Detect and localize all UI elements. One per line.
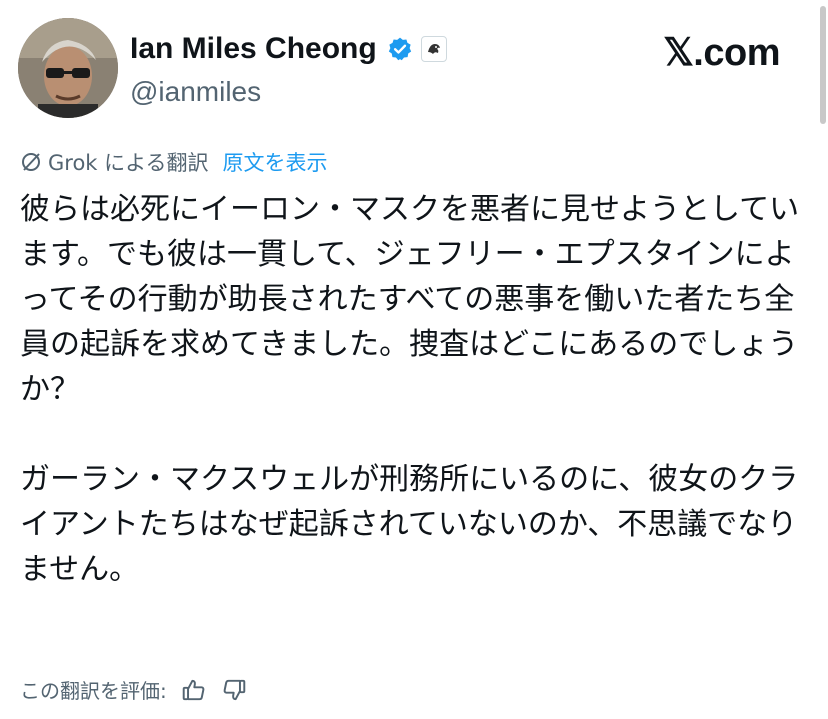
name-row: Ian Miles Cheong xyxy=(130,32,447,66)
site-label: 𝕏.com xyxy=(663,32,780,74)
translation-label: Grok による翻訳 xyxy=(48,151,209,175)
post-paragraph: ガーラン・マクスウェルが刑務所にいるのに、彼女のクライアントたちはなぜ起訴されて… xyxy=(20,462,799,587)
post-header: Ian Miles Cheong @ianmiles 𝕏.com xyxy=(0,0,828,130)
show-original-link[interactable]: 原文を表示 xyxy=(223,147,328,177)
post-paragraph: 彼らは必死にイーロン・マスクを悪者に見せようとしています。でも彼は一貫して、ジェ… xyxy=(20,192,800,407)
grok-icon xyxy=(20,151,42,173)
post-body: 彼らは必死にイーロン・マスクを悪者に見せようとしています。でも彼は一貫して、ジェ… xyxy=(20,187,810,592)
rate-translation-label: この翻訳を評価: xyxy=(20,679,167,703)
avatar[interactable] xyxy=(18,18,118,118)
avatar-image xyxy=(18,18,118,118)
display-name[interactable]: Ian Miles Cheong xyxy=(130,32,377,66)
rate-translation-bar: この翻訳を評価: xyxy=(20,675,247,704)
scrollbar[interactable] xyxy=(820,6,826,124)
affiliate-badge-icon[interactable] xyxy=(420,36,447,62)
user-handle[interactable]: @ianmiles xyxy=(130,76,261,108)
thumbs-up-icon[interactable] xyxy=(181,677,207,703)
thumbs-down-icon[interactable] xyxy=(221,677,247,703)
verified-badge-icon xyxy=(387,36,413,62)
translation-bar: Grok による翻訳 原文を表示 xyxy=(20,147,328,177)
